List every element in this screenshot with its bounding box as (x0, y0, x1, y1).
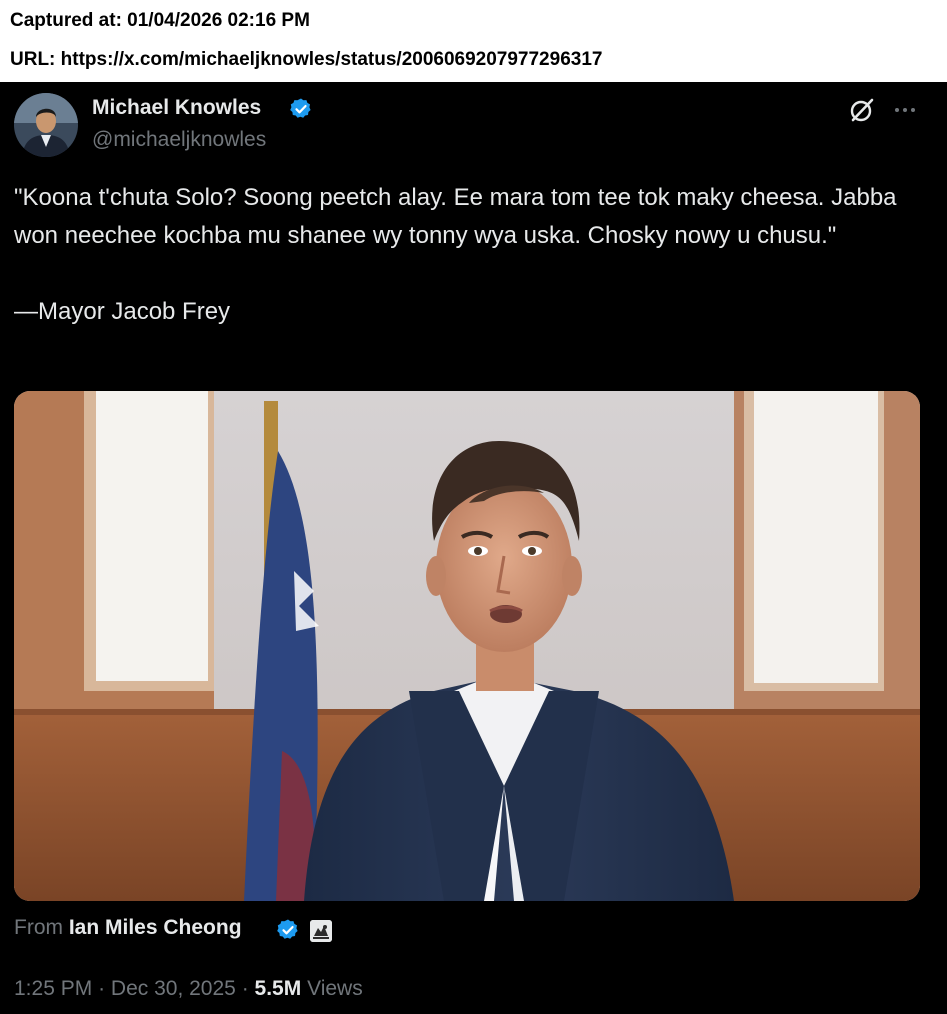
source-attribution: From Ian Miles Cheong (14, 916, 242, 940)
tweet-text: "Koona t'chuta Solo? Soong peetch alay. … (14, 179, 924, 331)
tweet-card: Michael Knowles @michaeljknowles "Koona … (0, 82, 947, 1014)
tweet-meta: 1:25 PM · Dec 30, 2025 · 5.5M Views (14, 977, 363, 1001)
grok-icon[interactable] (848, 96, 876, 124)
captured-at-text: Captured at: 01/04/2026 02:16 PM (10, 10, 310, 31)
video-thumbnail[interactable] (14, 391, 920, 901)
source-verified-badge-icon (277, 919, 298, 939)
tweet-attribution: —Mayor Jacob Frey (14, 298, 231, 325)
source-name-link[interactable]: Ian Miles Cheong (69, 916, 242, 939)
views-count: 5.5M (254, 977, 302, 1000)
meta-separator: · (98, 977, 106, 1000)
author-handle[interactable]: @michaeljknowles (92, 128, 266, 152)
affiliate-badge-icon[interactable] (310, 920, 332, 942)
tweet-quote: "Koona t'chuta Solo? Soong peetch alay. … (14, 184, 897, 249)
source-prefix: From (14, 916, 63, 939)
avatar[interactable] (14, 93, 78, 157)
views-label: Views (307, 977, 363, 1000)
tweet-date[interactable]: Dec 30, 2025 (111, 977, 236, 1000)
capture-url-text: URL: https://x.com/michaeljknowles/statu… (10, 49, 603, 70)
capture-header: Captured at: 01/04/2026 02:16 PM URL: ht… (0, 0, 947, 82)
author-name[interactable]: Michael Knowles (92, 96, 261, 120)
meta-separator: · (241, 977, 249, 1000)
verified-badge-icon (290, 98, 311, 118)
video-frame-image (14, 391, 920, 901)
more-icon[interactable] (890, 96, 920, 124)
tweet-time[interactable]: 1:25 PM (14, 977, 92, 1000)
